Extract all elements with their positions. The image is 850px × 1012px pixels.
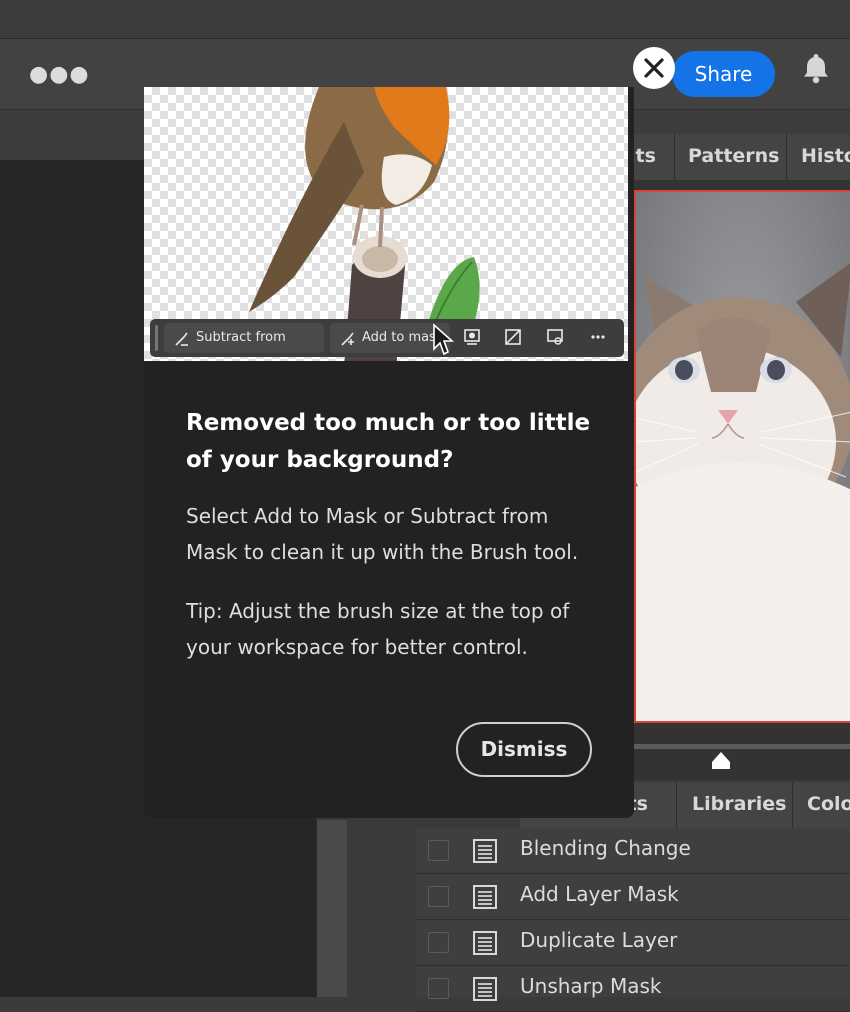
history-checkbox[interactable]: [428, 886, 449, 907]
history-item[interactable]: Blending Change: [416, 828, 850, 874]
more-horizontal-icon[interactable]: ●●●: [29, 62, 90, 87]
slider-handle[interactable]: [709, 750, 733, 776]
history-label: Blending Change: [520, 836, 691, 860]
history-checkbox[interactable]: [428, 840, 449, 861]
zoom-slider-track[interactable]: [634, 744, 850, 749]
brush-plus-icon: [341, 332, 354, 346]
history-list: Blending Change Add Layer Mask Duplicate…: [416, 828, 850, 1012]
preview-image: [634, 190, 850, 723]
coachmark-tip: Tip: Adjust the brush size at the top of…: [186, 599, 570, 659]
more-options-icon[interactable]: [590, 328, 606, 346]
tab-divider: [792, 782, 793, 828]
subtract-from-mask-button[interactable]: Subtract from mask: [164, 323, 324, 361]
history-document-icon: [472, 838, 498, 868]
panel-scrollbar[interactable]: [316, 820, 347, 997]
dismiss-button[interactable]: Dismiss: [456, 722, 592, 777]
tab-divider: [676, 782, 677, 828]
history-document-icon: [472, 930, 498, 960]
toolbar-grip[interactable]: [155, 325, 158, 351]
coachmark-body: Select Add to Mask or Subtract from Mask…: [186, 504, 579, 564]
coachmark-title: Removed too much or too little of your b…: [186, 410, 591, 473]
panel-tabs-top: nts Patterns Histo: [622, 134, 850, 181]
mouse-cursor-icon: [433, 323, 455, 356]
mask-view-icon[interactable]: [546, 328, 564, 346]
mask-invert-icon[interactable]: [463, 328, 481, 346]
history-label: Duplicate Layer: [520, 928, 678, 952]
brush-minus-icon: [175, 332, 188, 346]
history-item[interactable]: Add Layer Mask: [416, 874, 850, 920]
tab-color[interactable]: Colo: [807, 782, 850, 828]
tab-libraries[interactable]: Libraries: [692, 782, 787, 828]
history-document-icon: [472, 884, 498, 914]
top-strip: [0, 0, 850, 39]
history-checkbox[interactable]: [428, 978, 449, 999]
tab-patterns[interactable]: Patterns: [688, 134, 780, 180]
coachmark-illustration: Subtract from mask Add to mask: [144, 87, 628, 361]
share-button[interactable]: Share: [672, 51, 775, 97]
coachmark-dialog: Subtract from mask Add to mask Removed t…: [144, 87, 634, 818]
history-document-icon: [472, 976, 498, 1006]
history-label: Unsharp Mask: [520, 974, 662, 998]
bell-icon[interactable]: [802, 52, 830, 88]
history-label: Add Layer Mask: [520, 882, 679, 906]
history-checkbox[interactable]: [428, 932, 449, 953]
tab-divider: [674, 134, 675, 180]
subtract-label: Subtract from mask: [196, 330, 286, 361]
mask-disable-icon[interactable]: [504, 328, 522, 346]
history-item[interactable]: Duplicate Layer: [416, 920, 850, 966]
history-item[interactable]: Unsharp Mask: [416, 966, 850, 1012]
tab-history[interactable]: Histo: [801, 134, 850, 180]
mask-toolbar: Subtract from mask Add to mask: [150, 319, 624, 361]
tab-divider: [786, 134, 787, 180]
close-icon[interactable]: [633, 47, 675, 89]
